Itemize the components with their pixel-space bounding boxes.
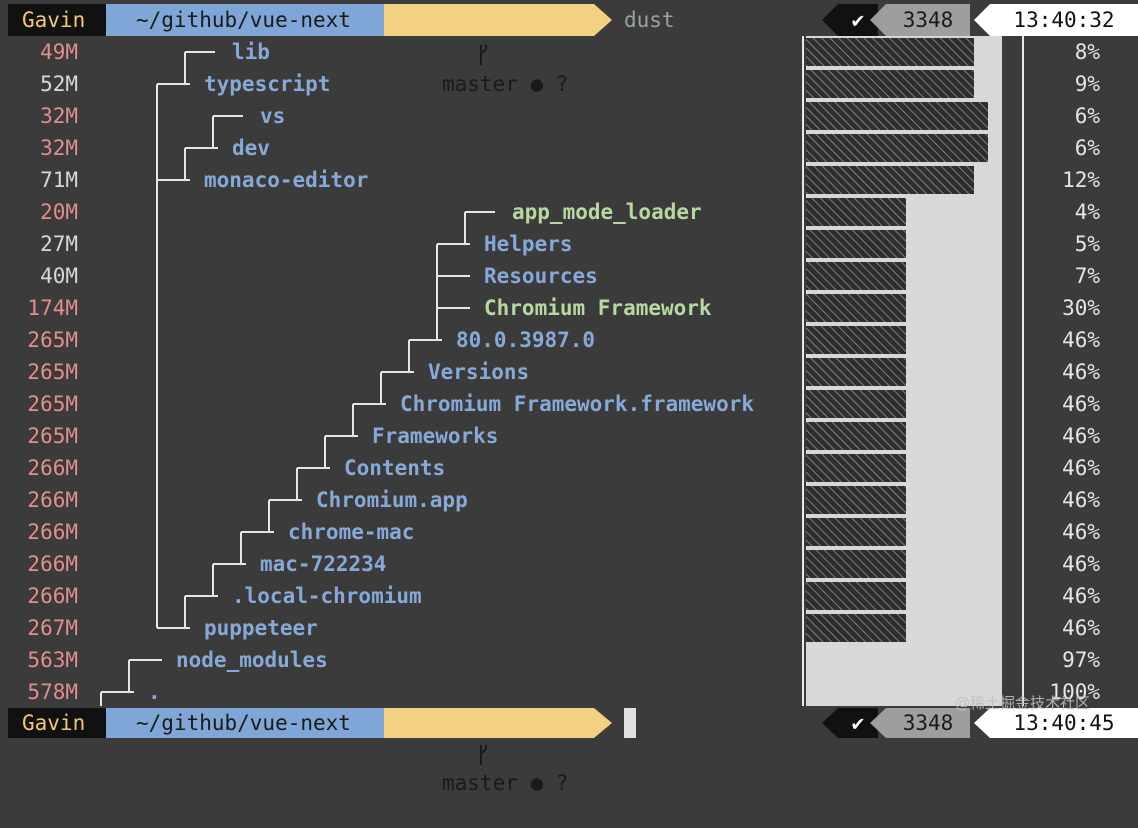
- row-name: mac-722234: [260, 552, 387, 576]
- row-size: 49M: [40, 40, 78, 64]
- row-percent: 46%: [1062, 328, 1100, 352]
- row-size: 265M: [27, 392, 78, 416]
- status-separator: [870, 708, 886, 738]
- row-percent: 46%: [1062, 584, 1100, 608]
- prompt-git-branch: master ● ?: [384, 708, 594, 795]
- row-size: 265M: [27, 328, 78, 352]
- row-name: Resources: [484, 264, 598, 288]
- tree-row: 265M Versions 46%: [0, 356, 1138, 388]
- row-name: vs: [260, 104, 286, 128]
- row-size: 266M: [27, 456, 78, 480]
- tree-row: 265M Frameworks 46%: [0, 420, 1138, 452]
- row-name: Chromium.app: [316, 488, 468, 512]
- row-size: 265M: [27, 424, 78, 448]
- row-name: 80.0.3987.0: [456, 328, 596, 352]
- tree-row: 49M lib 8%: [0, 36, 1138, 68]
- row-name: Versions: [428, 360, 530, 384]
- row-percent: 46%: [1062, 616, 1100, 640]
- row-size: 52M: [40, 72, 78, 96]
- tree-row: 71M monaco-editor 12%: [0, 164, 1138, 196]
- row-name: Contents: [344, 456, 446, 480]
- row-percent: 46%: [1062, 392, 1100, 416]
- row-name: Chromium Framework.framework: [400, 392, 755, 416]
- row-size: 265M: [27, 360, 78, 384]
- tree-row: 32M vs 6%: [0, 100, 1138, 132]
- row-size: 71M: [40, 168, 78, 192]
- row-size: 563M: [27, 648, 78, 672]
- row-name: lib: [232, 40, 270, 64]
- row-name: monaco-editor: [204, 168, 369, 192]
- row-percent: 30%: [1062, 296, 1100, 320]
- terminal-cursor[interactable]: [624, 708, 636, 738]
- status-separator: [822, 708, 838, 738]
- tree-row: 266M chrome-mac 46%: [0, 516, 1138, 548]
- tree-row: 32M dev 6%: [0, 132, 1138, 164]
- row-name: Chromium Framework: [484, 296, 712, 320]
- row-percent: 46%: [1062, 520, 1100, 544]
- row-size: 266M: [27, 520, 78, 544]
- row-percent: 46%: [1062, 456, 1100, 480]
- tree-row: 20M app_mode_loader 4%: [0, 196, 1138, 228]
- row-name: .local-chromium: [232, 584, 422, 608]
- row-name: Helpers: [484, 232, 573, 256]
- row-size: 32M: [40, 104, 78, 128]
- tree-row: 174M Chromium Framework 30%: [0, 292, 1138, 324]
- tree-row: 267M puppeteer 46%: [0, 612, 1138, 644]
- tree-row: 265M 80.0.3987.0 46%: [0, 324, 1138, 356]
- row-name: .: [148, 680, 161, 704]
- prompt-time: 13:40:32: [990, 4, 1138, 36]
- status-separator: [974, 4, 990, 36]
- row-size: 32M: [40, 136, 78, 160]
- row-name: dev: [232, 136, 270, 160]
- row-name: Frameworks: [372, 424, 499, 448]
- tree-row: 40M Resources 7%: [0, 260, 1138, 292]
- git-branch-label: master ● ?: [442, 771, 569, 795]
- row-percent: 46%: [1062, 424, 1100, 448]
- row-percent: 46%: [1062, 360, 1100, 384]
- row-percent: 6%: [1074, 104, 1100, 128]
- row-percent: 12%: [1062, 168, 1100, 192]
- row-size: 267M: [27, 616, 78, 640]
- row-name: chrome-mac: [288, 520, 415, 544]
- watermark: @稀土掘金技术社区: [955, 694, 1091, 712]
- row-size: 27M: [40, 232, 78, 256]
- row-size: 20M: [40, 200, 78, 224]
- row-percent: 5%: [1074, 232, 1100, 256]
- row-percent: 46%: [1062, 552, 1100, 576]
- row-percent: 46%: [1062, 488, 1100, 512]
- row-size: 266M: [27, 584, 78, 608]
- row-size: 174M: [27, 296, 78, 320]
- row-name: app_mode_loader: [512, 200, 702, 224]
- tree-row: 266M Chromium.app 46%: [0, 484, 1138, 516]
- tree-row: 52M typescript 9%: [0, 68, 1138, 100]
- row-percent: 6%: [1074, 136, 1100, 160]
- tree-row: 27M Helpers 5%: [0, 228, 1138, 260]
- row-percent: 4%: [1074, 200, 1100, 224]
- row-percent: 7%: [1074, 264, 1100, 288]
- prompt-user: Gavin: [8, 708, 106, 738]
- row-name: puppeteer: [204, 616, 318, 640]
- row-percent: 9%: [1074, 72, 1100, 96]
- status-code: 3348: [886, 4, 970, 36]
- row-name: typescript: [204, 72, 331, 96]
- row-name: node_modules: [176, 648, 328, 672]
- row-percent: 8%: [1074, 40, 1100, 64]
- status-separator: [870, 4, 886, 36]
- row-size: 266M: [27, 488, 78, 512]
- tree-row: 265M Chromium Framework.framework 46%: [0, 388, 1138, 420]
- tree-row: 266M mac-722234 46%: [0, 548, 1138, 580]
- row-size: 40M: [40, 264, 78, 288]
- tree-row: 266M Contents 46%: [0, 452, 1138, 484]
- row-percent: 97%: [1062, 648, 1100, 672]
- tree-row: 266M .local-chromium 46%: [0, 580, 1138, 612]
- prompt-path: ~/github/vue-next: [106, 708, 384, 738]
- prompt-separator: [594, 708, 612, 738]
- tree-row: 563M node_modules 97%: [0, 644, 1138, 676]
- row-size: 266M: [27, 552, 78, 576]
- row-size: 578M: [27, 680, 78, 704]
- status-separator: [822, 4, 838, 36]
